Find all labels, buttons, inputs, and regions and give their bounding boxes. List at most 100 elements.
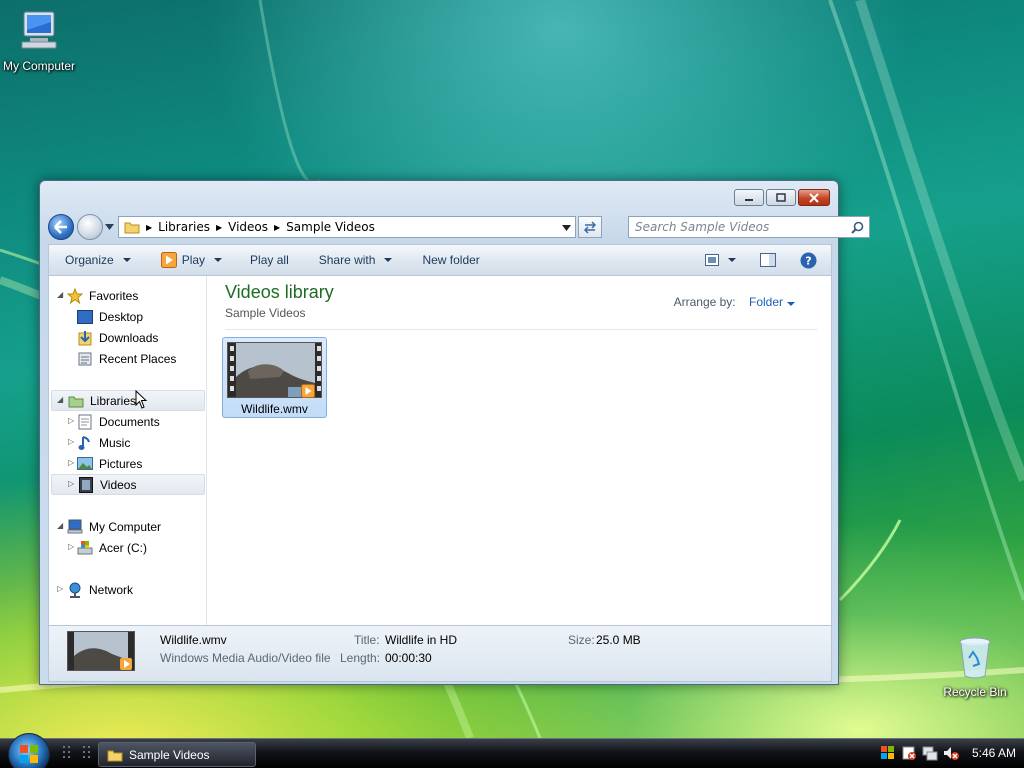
preview-pane-button[interactable]: [748, 253, 788, 267]
nav-item-acer-drive[interactable]: Acer (C:): [77, 537, 147, 558]
command-bar: Organize Play Play all Share with New fo…: [48, 244, 832, 276]
desktop-icon: [77, 309, 93, 325]
clock[interactable]: 5:46 AM: [972, 746, 1016, 760]
expand-videos-icon[interactable]: ▷: [68, 479, 74, 488]
address-bar[interactable]: ▶ Libraries ▶ Videos ▶ Sample Videos: [118, 216, 576, 238]
arrange-by: Arrange by: Folder: [674, 295, 795, 309]
play-all-button[interactable]: Play all: [234, 253, 301, 267]
desktop-icon-my-computer[interactable]: My Computer: [0, 8, 84, 73]
nav-item-network[interactable]: Network: [67, 579, 133, 600]
maximize-icon: [776, 193, 786, 202]
share-with-button[interactable]: Share with: [301, 253, 405, 267]
explorer-window: ▶ Libraries ▶ Videos ▶ Sample Videos Sea…: [39, 180, 870, 685]
windows-update-icon[interactable]: [880, 745, 896, 761]
change-view-button[interactable]: [693, 254, 748, 266]
library-subtitle: Sample Videos: [225, 306, 306, 320]
file-view: Videos library Sample Videos Arrange by:…: [209, 276, 831, 625]
details-thumbnail: [67, 631, 135, 671]
computer-icon: [67, 519, 83, 535]
security-alert-icon[interactable]: [901, 745, 917, 761]
volume-muted-icon[interactable]: [943, 745, 959, 761]
computer-icon: [21, 11, 57, 49]
documents-icon: [77, 414, 93, 430]
address-dropdown-icon[interactable]: [562, 225, 571, 231]
forward-button[interactable]: [77, 214, 103, 240]
details-length-value: 00:00:30: [385, 651, 432, 665]
minimize-icon: [745, 198, 753, 201]
details-length-label: Length:: [340, 651, 381, 665]
collapse-favorites-icon[interactable]: ◢: [57, 290, 63, 299]
expand-drive-icon[interactable]: ▷: [68, 542, 74, 551]
desktop-icon-label: Recycle Bin: [943, 685, 1007, 699]
breadcrumb-libraries[interactable]: Libraries: [158, 220, 210, 234]
mouse-cursor-icon: [135, 390, 148, 409]
play-button[interactable]: Play: [143, 252, 234, 268]
taskbar-button-label: Sample Videos: [129, 747, 210, 762]
nav-item-downloads[interactable]: Downloads: [77, 327, 158, 348]
organize-button[interactable]: Organize: [49, 253, 143, 267]
preview-pane-icon: [760, 253, 776, 267]
maximize-button[interactable]: [766, 189, 796, 206]
network-status-icon[interactable]: [922, 745, 938, 761]
share-with-label: Share with: [318, 253, 376, 267]
navigation-pane: ◢ Favorites Desktop Downloads Recent Pla…: [49, 276, 207, 625]
search-input[interactable]: Search Sample Videos: [628, 216, 870, 238]
desktop-icon-recycle-bin[interactable]: Recycle Bin: [930, 634, 1020, 699]
new-folder-label: New folder: [422, 253, 480, 267]
nav-item-music[interactable]: Music: [77, 432, 130, 453]
refresh-button[interactable]: [578, 216, 602, 238]
recent-places-icon: [77, 351, 93, 367]
arrange-by-label: Arrange by:: [673, 295, 736, 309]
help-button[interactable]: ?: [788, 252, 831, 269]
close-icon: [809, 192, 819, 203]
nav-item-documents[interactable]: Documents: [77, 411, 160, 432]
minimize-button[interactable]: [734, 189, 764, 206]
details-pane: Wildlife.wmv Windows Media Audio/Video f…: [48, 626, 832, 682]
details-title-value[interactable]: Wildlife in HD: [385, 633, 457, 647]
expand-pictures-icon[interactable]: ▷: [68, 458, 74, 467]
nav-item-desktop[interactable]: Desktop: [77, 306, 143, 327]
network-icon: [67, 582, 83, 598]
nav-item-libraries[interactable]: Libraries: [51, 390, 205, 411]
divider: [225, 329, 817, 330]
start-button[interactable]: [8, 733, 50, 768]
downloads-icon: [77, 330, 93, 346]
library-title: Videos library: [225, 282, 334, 302]
navigation-row: ▶ Libraries ▶ Videos ▶ Sample Videos Sea…: [48, 214, 870, 240]
search-icon[interactable]: [851, 221, 864, 234]
details-filename: Wildlife.wmv: [160, 633, 227, 647]
refresh-icon: [583, 221, 597, 234]
file-item-wildlife[interactable]: Wildlife.wmv: [222, 337, 327, 418]
close-button[interactable]: [798, 189, 830, 206]
play-all-label: Play all: [250, 253, 289, 267]
new-folder-button[interactable]: New folder: [404, 253, 491, 267]
recycle-bin-icon: [959, 637, 991, 679]
nav-item-favorites[interactable]: Favorites: [67, 285, 138, 306]
expand-music-icon[interactable]: ▷: [68, 437, 74, 446]
nav-item-my-computer[interactable]: My Computer: [67, 516, 161, 537]
taskbar-button-sample-videos[interactable]: Sample Videos: [98, 742, 256, 767]
recent-pages-dropdown-icon[interactable]: [105, 224, 114, 230]
expand-network-icon[interactable]: ▷: [57, 584, 63, 593]
breadcrumb-videos[interactable]: Videos: [228, 220, 268, 234]
media-player-badge-icon: [301, 384, 315, 398]
search-placeholder: Search Sample Videos: [635, 220, 770, 234]
content-area: ◢ Favorites Desktop Downloads Recent Pla…: [48, 276, 832, 626]
taskbar-grip-icon: [83, 746, 90, 758]
taskbar: Sample Videos 5:46 AM: [0, 733, 1024, 768]
breadcrumb-sample-videos[interactable]: Sample Videos: [286, 220, 375, 234]
nav-item-pictures[interactable]: Pictures: [77, 453, 142, 474]
play-label: Play: [181, 253, 206, 267]
back-button[interactable]: [48, 214, 74, 240]
music-icon: [77, 435, 93, 451]
drive-icon: [77, 540, 93, 556]
nav-item-recent-places[interactable]: Recent Places: [77, 348, 176, 369]
collapse-libraries-icon[interactable]: ◢: [57, 395, 63, 404]
expand-documents-icon[interactable]: ▷: [68, 416, 74, 425]
collapse-my-computer-icon[interactable]: ◢: [57, 521, 63, 530]
caption-buttons: [734, 189, 830, 206]
arrange-by-dropdown[interactable]: Folder: [749, 295, 795, 309]
pictures-icon: [77, 456, 93, 472]
star-icon: [67, 287, 83, 304]
details-filetype: Windows Media Audio/Video file: [160, 651, 331, 665]
